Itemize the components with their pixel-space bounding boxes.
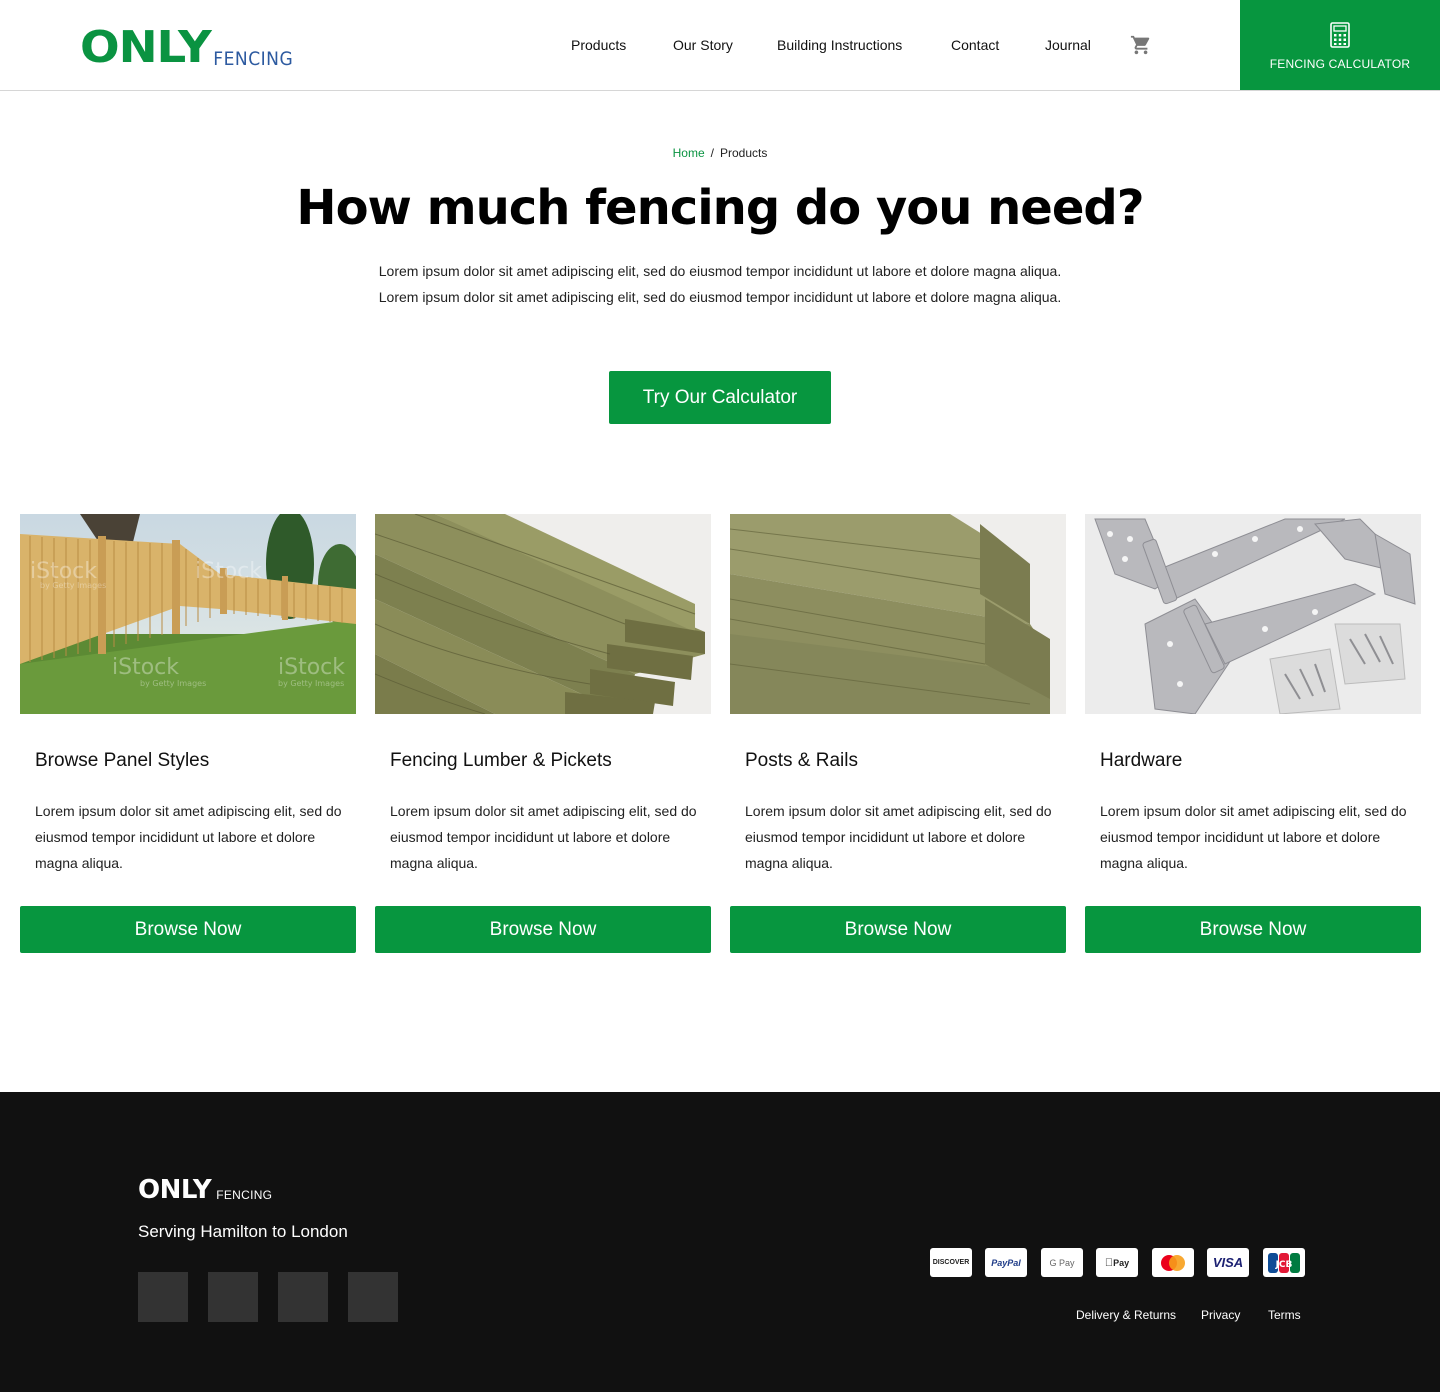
page-title: How much fencing do you need? — [296, 180, 1144, 236]
product-card-posts-rails: Posts & Rails Lorem ipsum dolor sit amet… — [730, 514, 1066, 954]
hero-description: Lorem ipsum dolor sit amet adipiscing el… — [378, 263, 1062, 305]
payment-label: Pay — [1108, 1257, 1129, 1268]
nav-item-journal[interactable]: Journal — [1045, 37, 1091, 53]
footer-link-delivery-returns[interactable]: Delivery & Returns — [1076, 1308, 1176, 1322]
shopping-cart-icon[interactable] — [1130, 34, 1152, 56]
card-description: Lorem ipsum dolor sit amet adipiscing el… — [1100, 803, 1407, 871]
wood-panel-fence-photo[interactable]: iStock iStock iStock iStock by Getty Ima… — [20, 514, 356, 714]
footer-link-terms[interactable]: Terms — [1268, 1308, 1301, 1322]
card-title: Hardware — [1100, 750, 1183, 771]
footer-logo-subtitle: FENCING — [216, 1188, 273, 1202]
watermark-text: iStock — [112, 655, 179, 680]
footer-logo-wordmark: ONLY — [138, 1175, 212, 1205]
card-description: Lorem ipsum dolor sit amet adipiscing el… — [35, 803, 342, 871]
calculator-icon — [1330, 22, 1350, 48]
payment-label: PayPal — [991, 1257, 1021, 1268]
breadcrumb: Home / Products — [0, 146, 1440, 160]
watermark-text: iStock — [278, 655, 345, 680]
social-icon-1[interactable] — [138, 1272, 188, 1322]
browse-now-button[interactable]: Browse Now — [375, 906, 711, 953]
product-card-lumber-pickets: Fencing Lumber & Pickets Lorem ipsum dol… — [375, 514, 711, 954]
lumber-boards-photo[interactable] — [375, 514, 711, 714]
product-card-hardware: Hardware Lorem ipsum dolor sit amet adip… — [1085, 514, 1421, 954]
google-pay-icon: G Pay — [1041, 1248, 1083, 1277]
nav-item-contact[interactable]: Contact — [951, 37, 999, 53]
footer-logo[interactable]: ONLY FENCING — [138, 1175, 273, 1205]
card-description: Lorem ipsum dolor sit amet adipiscing el… — [390, 803, 697, 871]
logo-subtitle: FENCING — [213, 48, 294, 70]
nav-item-products[interactable]: Products — [571, 37, 626, 53]
watermark-subtext: by Getty Images — [278, 679, 344, 688]
payment-label: JCB — [1275, 1260, 1293, 1270]
breadcrumb-current: Products — [720, 146, 768, 160]
card-title: Fencing Lumber & Pickets — [390, 750, 612, 771]
fencing-calculator-button[interactable]: FENCING CALCULATOR — [1240, 0, 1440, 90]
card-title: Posts & Rails — [745, 750, 858, 771]
social-icon-4[interactable] — [348, 1272, 398, 1322]
card-title: Browse Panel Styles — [35, 750, 210, 771]
payment-label: G Pay — [1049, 1257, 1075, 1268]
site-footer: ONLY FENCING Serving Hamilton to London … — [0, 1092, 1440, 1392]
discover-icon: DISCOVER — [930, 1248, 972, 1277]
watermark-subtext: by Getty Images — [140, 679, 206, 688]
logo-wordmark: ONLY — [80, 22, 212, 73]
apple-pay-icon: Pay — [1096, 1248, 1138, 1277]
try-calculator-button[interactable]: Try Our Calculator — [609, 371, 831, 424]
payment-label: VISA — [1212, 1255, 1244, 1270]
breadcrumb-home[interactable]: Home — [673, 146, 705, 160]
browse-now-button[interactable]: Browse Now — [1085, 906, 1421, 953]
gate-hinges-photo[interactable] — [1085, 514, 1421, 714]
site-header: ONLY FENCING Products Our Story Building… — [0, 0, 1440, 91]
nav-item-building-instructions[interactable]: Building Instructions — [777, 37, 902, 53]
watermark-text: iStock — [195, 559, 262, 584]
browse-now-button[interactable]: Browse Now — [730, 906, 1066, 953]
card-description: Lorem ipsum dolor sit amet adipiscing el… — [745, 803, 1052, 871]
jcb-icon: JCB — [1263, 1248, 1305, 1277]
wood-posts-photo[interactable] — [730, 514, 1066, 714]
visa-icon: VISA — [1207, 1248, 1249, 1277]
footer-tagline: Serving Hamilton to London — [138, 1222, 348, 1241]
browse-now-button[interactable]: Browse Now — [20, 906, 356, 953]
product-card-panel-styles: iStock iStock iStock iStock by Getty Ima… — [20, 514, 356, 954]
brand-logo[interactable]: ONLY FENCING — [80, 22, 294, 73]
watermark-subtext: by Getty Images — [40, 581, 106, 590]
mastercard-icon — [1152, 1248, 1194, 1277]
breadcrumb-separator: / — [710, 146, 714, 160]
nav-item-our-story[interactable]: Our Story — [673, 37, 733, 53]
footer-link-privacy[interactable]: Privacy — [1201, 1308, 1240, 1322]
calculator-label: FENCING CALCULATOR — [1269, 57, 1411, 71]
payment-label: DISCOVER — [932, 1259, 970, 1266]
social-icon-2[interactable] — [208, 1272, 258, 1322]
social-icon-3[interactable] — [278, 1272, 328, 1322]
paypal-icon: PayPal — [985, 1248, 1027, 1277]
